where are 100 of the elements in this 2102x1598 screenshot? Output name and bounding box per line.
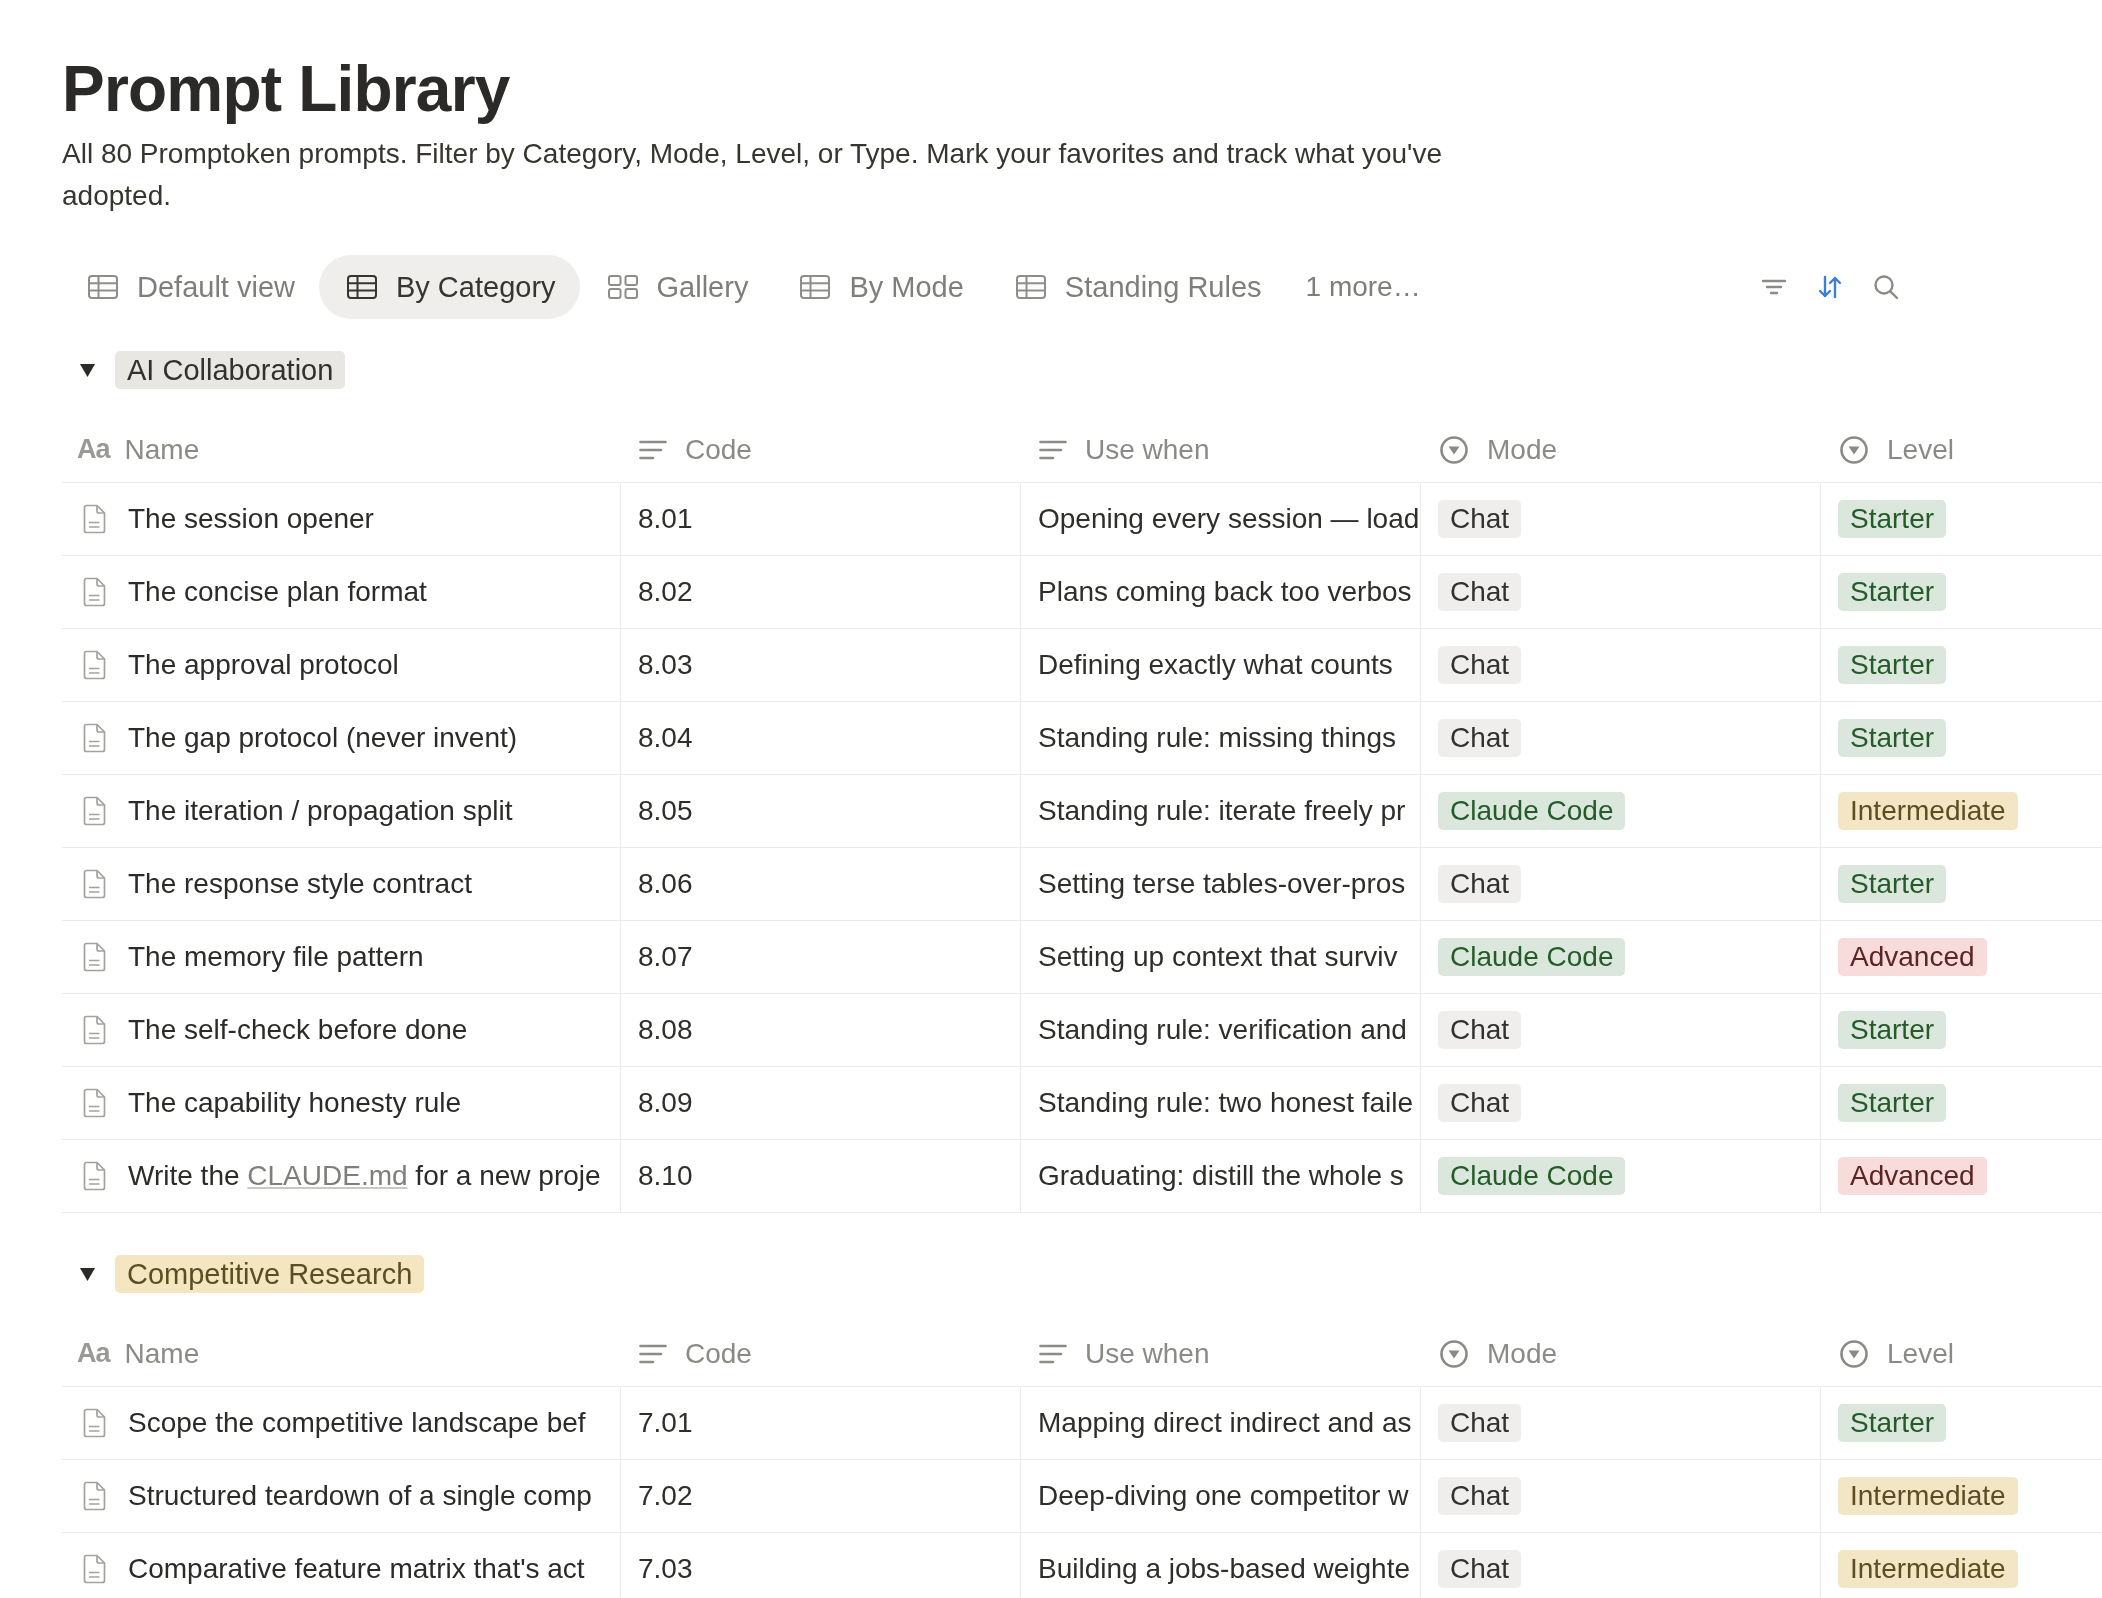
code-text: 8.03 <box>638 649 693 681</box>
page-title: Prompt Library <box>62 52 510 127</box>
use-when-text: Standing rule: verification and <box>1038 1014 1407 1046</box>
code-text: 8.07 <box>638 941 693 973</box>
level-tag: Starter <box>1838 1011 1947 1049</box>
mode-tag: Claude Code <box>1438 938 1626 976</box>
level-tag: Intermediate <box>1838 1550 2018 1588</box>
lines-icon <box>639 1342 667 1365</box>
use-when-text: Standing rule: missing things <box>1038 722 1396 754</box>
view-tab[interactable]: By Mode <box>772 255 988 319</box>
mode-tag: Chat <box>1438 1477 1522 1515</box>
prompt-name[interactable]: The self-check before done <box>128 1014 468 1046</box>
column-header[interactable]: Code <box>685 433 752 466</box>
document-icon <box>82 504 107 534</box>
mode-tag: Chat <box>1438 1084 1522 1122</box>
lines-icon <box>1039 438 1067 461</box>
document-icon <box>82 1015 107 1045</box>
use-when-text: Plans coming back too verbos <box>1038 576 1412 608</box>
level-tag: Advanced <box>1838 938 1987 976</box>
more-views-button[interactable]: 1 more… <box>1285 271 1421 303</box>
column-header[interactable]: Level <box>1887 433 1954 466</box>
use-when-text: Setting terse tables-over-pros <box>1038 868 1406 900</box>
disclosure-triangle-icon[interactable] <box>80 363 95 377</box>
table-icon <box>1015 275 1046 299</box>
document-icon <box>82 942 107 972</box>
prompt-name[interactable]: The response style contract <box>128 868 472 900</box>
use-when-text: Setting up context that surviv <box>1038 941 1398 973</box>
view-tab[interactable]: Default view <box>60 255 319 319</box>
document-icon <box>82 796 107 826</box>
lines-icon <box>639 438 667 461</box>
prompt-name[interactable]: Comparative feature matrix that's act <box>128 1553 585 1585</box>
mode-tag: Claude Code <box>1438 792 1626 830</box>
mode-tag: Chat <box>1438 1404 1522 1442</box>
prompt-name[interactable]: The memory file pattern <box>128 941 424 973</box>
document-icon <box>82 869 107 899</box>
disclosure-triangle-icon[interactable] <box>80 1267 95 1281</box>
level-tag: Starter <box>1838 1084 1947 1122</box>
view-tab[interactable]: Standing Rules <box>987 255 1286 319</box>
column-header[interactable]: Mode <box>1487 433 1558 466</box>
code-text: 8.06 <box>638 868 693 900</box>
code-text: 8.05 <box>638 795 693 827</box>
prompt-name[interactable]: Write the CLAUDE.md for a new proje <box>128 1160 601 1192</box>
prompt-name[interactable]: The iteration / propagation split <box>128 795 513 827</box>
mode-tag: Chat <box>1438 865 1522 903</box>
code-text: 8.01 <box>638 503 693 535</box>
prompt-name[interactable]: Structured teardown of a single comp <box>128 1480 592 1512</box>
level-tag: Intermediate <box>1838 792 2018 830</box>
level-tag: Starter <box>1838 1404 1947 1442</box>
use-when-text: Deep-diving one competitor w <box>1038 1480 1409 1512</box>
column-header[interactable]: Code <box>685 1337 752 1370</box>
table-icon <box>800 275 831 299</box>
code-text: 7.02 <box>638 1480 693 1512</box>
view-tab[interactable]: By Category <box>318 255 580 319</box>
prompt-name[interactable]: The capability honesty rule <box>128 1087 462 1119</box>
column-header[interactable]: Use when <box>1085 1337 1210 1370</box>
document-icon <box>82 1554 107 1584</box>
use-when-text: Building a jobs-based weighte <box>1038 1553 1411 1585</box>
level-tag: Starter <box>1838 573 1947 611</box>
dropdown-circle-icon <box>1439 1338 1469 1369</box>
search-icon[interactable] <box>1872 273 1900 301</box>
column-header[interactable]: Name <box>124 433 200 466</box>
lines-icon <box>1039 1342 1067 1365</box>
use-when-text: Defining exactly what counts <box>1038 649 1393 681</box>
code-text: 8.04 <box>638 722 693 754</box>
column-header[interactable]: Name <box>124 1337 200 1370</box>
level-tag: Starter <box>1838 500 1947 538</box>
prompt-name[interactable]: The approval protocol <box>128 649 399 681</box>
level-tag: Starter <box>1838 719 1947 757</box>
prompt-name[interactable]: The concise plan format <box>128 576 427 608</box>
document-icon <box>82 1408 107 1438</box>
document-icon <box>82 650 107 680</box>
file-link[interactable]: CLAUDE.md <box>247 1160 408 1191</box>
prompt-name[interactable]: The session opener <box>128 503 374 535</box>
level-tag: Advanced <box>1838 1157 1987 1195</box>
mode-tag: Chat <box>1438 719 1522 757</box>
sort-icon[interactable] <box>1816 273 1844 301</box>
level-tag: Intermediate <box>1838 1477 2018 1515</box>
text-type-icon: Aa <box>77 1338 110 1369</box>
mode-tag: Chat <box>1438 646 1522 684</box>
use-when-text: Graduating: distill the whole s <box>1038 1160 1404 1192</box>
column-header[interactable]: Level <box>1887 1337 1954 1370</box>
column-header[interactable]: Mode <box>1487 1337 1558 1370</box>
use-when-text: Opening every session — load <box>1038 503 1420 535</box>
use-when-text: Standing rule: iterate freely pr <box>1038 795 1406 827</box>
table-icon <box>88 275 118 299</box>
document-icon <box>82 1481 107 1511</box>
code-text: 8.10 <box>638 1160 693 1192</box>
group-label-tag: AI Collaboration <box>115 351 346 389</box>
prompt-name[interactable]: The gap protocol (never invent) <box>128 722 518 754</box>
mode-tag: Chat <box>1438 1011 1522 1049</box>
column-header[interactable]: Use when <box>1085 433 1210 466</box>
code-text: 7.03 <box>638 1553 693 1585</box>
document-icon <box>82 723 107 753</box>
use-when-text: Mapping direct indirect and as <box>1038 1407 1412 1439</box>
grid-icon <box>607 275 638 299</box>
view-tab[interactable]: Gallery <box>579 255 773 319</box>
mode-tag: Chat <box>1438 1550 1522 1588</box>
page-description: All 80 Promptoken prompts. Filter by Category, Mode, Level, or Type. Mark your favorites and track what you've adopted. <box>62 137 1444 213</box>
prompt-name[interactable]: Scope the competitive landscape bef <box>128 1407 586 1439</box>
mode-tag: Chat <box>1438 500 1522 538</box>
